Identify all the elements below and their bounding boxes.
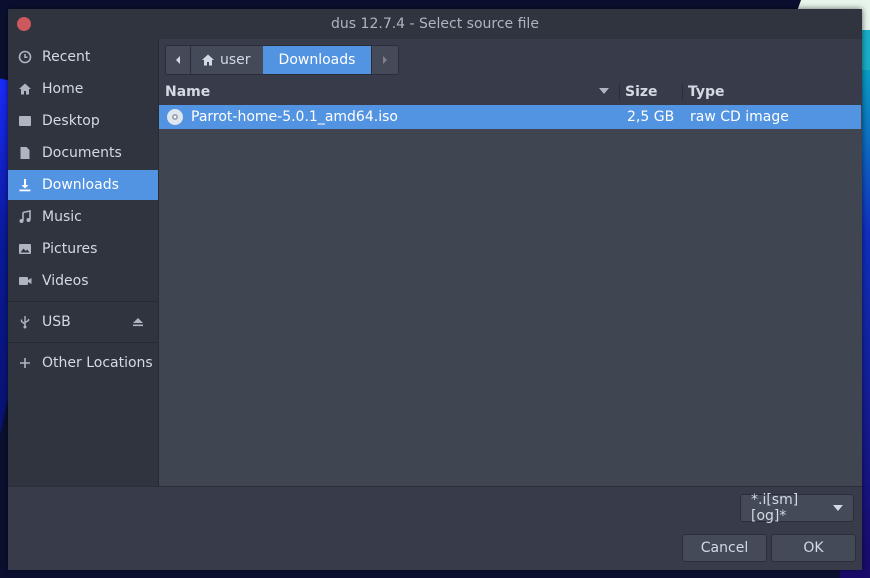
sidebar-item-label: Desktop: [42, 113, 100, 129]
file-name: Parrot-home-5.0.1_amd64.iso: [191, 109, 398, 125]
chevron-left-icon: [176, 56, 180, 64]
sidebar-item-label: Pictures: [42, 241, 98, 257]
sidebar-item-label: Recent: [42, 49, 91, 65]
sidebar-item-other-locations[interactable]: Other Locations: [8, 348, 158, 378]
column-header-name[interactable]: Name: [165, 79, 615, 105]
home-icon: [202, 54, 214, 66]
button-label: OK: [803, 540, 824, 556]
column-header-size[interactable]: Size: [625, 79, 680, 105]
desktop-icon: [8, 114, 42, 128]
usb-icon: [8, 315, 42, 329]
sidebar-separator: [8, 301, 158, 302]
file-size: 2,5 GB: [627, 109, 675, 125]
path-bar: user Downloads: [165, 45, 400, 75]
sidebar-item-documents[interactable]: Documents: [8, 138, 158, 168]
plus-icon: [8, 356, 42, 370]
sidebar-item-label: Videos: [42, 273, 89, 289]
clock-icon: [8, 50, 42, 64]
sort-descending-icon: [599, 88, 609, 94]
column-label: Name: [165, 84, 211, 100]
file-list-header: Name Size Type: [159, 79, 862, 106]
close-button[interactable]: [17, 17, 31, 31]
path-item-label: user: [220, 52, 251, 68]
ok-button[interactable]: OK: [771, 534, 856, 562]
download-icon: [8, 178, 42, 192]
cancel-button[interactable]: Cancel: [682, 534, 767, 562]
dialog-footer: *.i[sm][og]* Cancel OK: [8, 486, 862, 570]
column-label: Size: [625, 84, 658, 100]
window-title: dus 12.7.4 - Select source file: [331, 16, 539, 32]
path-item-user[interactable]: user: [191, 46, 263, 74]
filter-value: *.i[sm][og]*: [751, 492, 799, 524]
document-icon: [8, 146, 42, 160]
sidebar-item-label: USB: [42, 314, 71, 330]
path-item-label: Downloads: [278, 52, 356, 68]
file-filter-select[interactable]: *.i[sm][og]*: [740, 492, 854, 524]
sidebar-item-home[interactable]: Home: [8, 74, 158, 104]
column-header-type[interactable]: Type: [688, 79, 838, 105]
button-label: Cancel: [700, 540, 749, 556]
sidebar-item-videos[interactable]: Videos: [8, 266, 158, 296]
sidebar-item-label: Other Locations: [42, 355, 153, 371]
chevron-down-icon: [833, 504, 843, 511]
sidebar-item-desktop[interactable]: Desktop: [8, 106, 158, 136]
path-item-downloads[interactable]: Downloads: [262, 46, 372, 74]
sidebar-item-usb[interactable]: USB: [8, 307, 158, 337]
sidebar-separator: [8, 342, 158, 343]
picture-icon: [8, 242, 42, 256]
sidebar-item-pictures[interactable]: Pictures: [8, 234, 158, 264]
places-sidebar: Recent Home Desktop Documents Downloads: [8, 39, 159, 486]
column-label: Type: [688, 84, 725, 100]
eject-icon[interactable]: [132, 316, 144, 332]
file-list: Name Size Type Parrot-home-5.0.1_amd64.i…: [159, 79, 862, 486]
title-bar: dus 12.7.4 - Select source file: [8, 9, 862, 39]
file-type: raw CD image: [690, 109, 789, 125]
disc-image-icon: [166, 108, 184, 130]
sidebar-item-label: Documents: [42, 145, 122, 161]
column-divider: [619, 84, 620, 100]
sidebar-item-downloads[interactable]: Downloads: [8, 170, 158, 200]
sidebar-item-label: Downloads: [42, 177, 119, 193]
sidebar-item-music[interactable]: Music: [8, 202, 158, 232]
path-back-button[interactable]: [166, 46, 191, 74]
column-divider: [682, 84, 683, 100]
sidebar-item-label: Music: [42, 209, 82, 225]
path-forward-button[interactable]: [371, 46, 398, 74]
home-icon: [8, 82, 42, 96]
sidebar-item-recent[interactable]: Recent: [8, 42, 158, 72]
music-icon: [8, 210, 42, 224]
video-icon: [8, 274, 42, 288]
sidebar-item-label: Home: [42, 81, 84, 97]
chevron-right-icon: [383, 56, 388, 64]
file-chooser-dialog: dus 12.7.4 - Select source file Recent H…: [8, 9, 862, 570]
table-row[interactable]: Parrot-home-5.0.1_amd64.iso 2,5 GB raw C…: [159, 105, 861, 129]
